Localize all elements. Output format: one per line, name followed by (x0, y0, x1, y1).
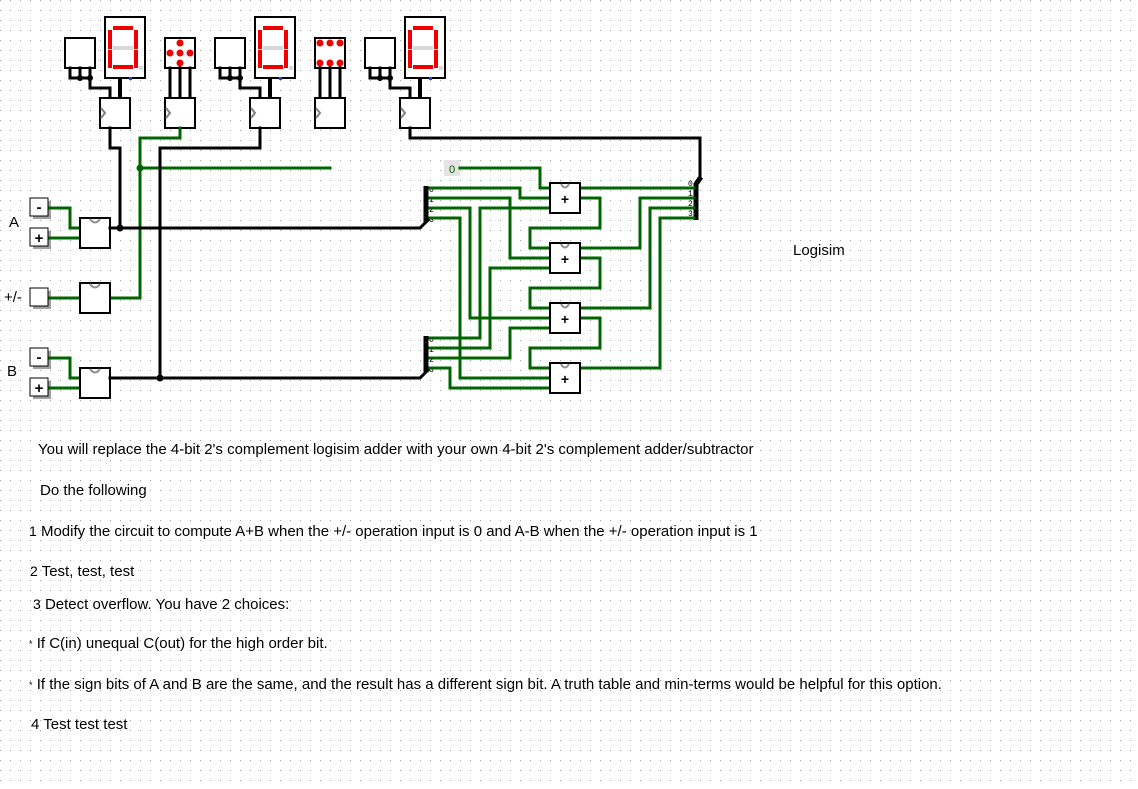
op-label: +/- (4, 289, 22, 306)
full-adder-3: + (549, 362, 581, 394)
a-plus-button[interactable]: + (29, 227, 51, 249)
logisim-canvas[interactable]: - + - + A +/- B 0 1 2 3 0 1 2 3 0 1 2 3 … (0, 0, 1138, 789)
constant-zero: 0 (444, 160, 460, 176)
a-label: A (9, 214, 19, 231)
full-adder-1: + (549, 242, 581, 274)
instruction-intro: You will replace the 4-bit 2's complemen… (38, 441, 754, 458)
svg-text:+: + (35, 380, 44, 397)
b-minus-button[interactable]: - (29, 347, 51, 369)
svg-text:-: - (37, 199, 42, 216)
a-minus-button[interactable]: - (29, 197, 51, 219)
svg-text:+: + (561, 371, 569, 387)
input-box-1[interactable] (64, 37, 96, 69)
svg-text:-: - (37, 349, 42, 366)
instruction-choice-1: * If C(in) unequal C(out) for the high o… (29, 635, 328, 652)
op-toggle-button[interactable] (29, 287, 51, 309)
instruction-step-3: 3 Detect overflow. You have 2 choices: (33, 596, 290, 613)
logisim-label: Logisim (793, 242, 845, 259)
svg-text:+: + (561, 191, 569, 207)
left-registers (79, 217, 111, 399)
seven-segment-display-3 (404, 16, 446, 80)
svg-text:0: 0 (449, 164, 455, 176)
svg-text:+: + (561, 311, 569, 327)
junction (77, 75, 83, 81)
input-box-2[interactable] (214, 37, 246, 69)
instruction-heading: Do the following (40, 482, 147, 499)
instruction-step-2: 2 Test, test, test (30, 563, 135, 580)
circuit-diagram[interactable]: - + - + A +/- B 0123 0123 0123 0 + + + + (0, 0, 1138, 789)
instruction-step-4: 4 Test test test (31, 716, 128, 733)
svg-text:+: + (35, 230, 44, 247)
svg-text:+: + (561, 251, 569, 267)
instruction-choice-2: * If the sign bits of A and B are the sa… (29, 676, 942, 693)
full-adder-2: + (549, 302, 581, 334)
b-label: B (7, 363, 17, 380)
junction (87, 75, 93, 81)
input-box-3[interactable] (364, 37, 396, 69)
b-plus-button[interactable]: + (29, 377, 51, 399)
instruction-step-1: 1 Modify the circuit to compute A+B when… (29, 523, 758, 540)
seven-segment-display-2 (254, 16, 296, 80)
full-adder-0: + (549, 182, 581, 214)
seven-segment-display-1 (104, 16, 146, 80)
